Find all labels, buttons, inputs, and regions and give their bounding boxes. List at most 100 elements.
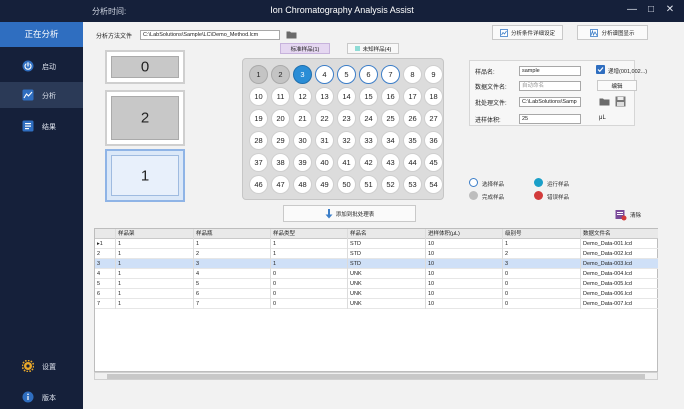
- table-cell[interactable]: 0: [271, 279, 348, 289]
- sample-position[interactable]: 34: [381, 131, 400, 150]
- table-cell[interactable]: Demo_Data-002.lcd: [581, 249, 658, 259]
- table-row[interactable]: 6 1 6 0 UNK 10 0 Demo_Data-006.lcd: [95, 289, 658, 299]
- table-cell[interactable]: STD: [348, 239, 426, 249]
- sample-name-input[interactable]: sample: [519, 66, 581, 76]
- sample-position[interactable]: 51: [359, 175, 378, 194]
- table-cell[interactable]: Demo_Data-003.lcd: [581, 259, 658, 269]
- table-cell[interactable]: 6: [194, 289, 271, 299]
- sample-position[interactable]: 9: [424, 65, 443, 84]
- column-header[interactable]: 样品瓶: [194, 229, 271, 239]
- table-cell[interactable]: 10: [426, 259, 503, 269]
- sample-position-standard[interactable]: 1: [249, 65, 268, 84]
- sample-position[interactable]: 41: [337, 153, 356, 172]
- sample-position[interactable]: 26: [403, 109, 422, 128]
- table-cell[interactable]: 0: [271, 269, 348, 279]
- table-cell[interactable]: UNK: [348, 299, 426, 309]
- table-cell[interactable]: 10: [426, 299, 503, 309]
- table-cell[interactable]: Demo_Data-006.lcd: [581, 289, 658, 299]
- sample-position[interactable]: 23: [337, 109, 356, 128]
- sample-settings-button[interactable]: 分析条件详细设定: [492, 25, 563, 40]
- table-cell[interactable]: 1: [116, 299, 194, 309]
- table-cell[interactable]: 10: [426, 289, 503, 299]
- batch-file-input[interactable]: C:\LabSolutions\Samp: [519, 97, 581, 107]
- sample-position[interactable]: 32: [337, 131, 356, 150]
- sample-position[interactable]: 45: [424, 153, 443, 172]
- sidebar-item-version[interactable]: 版本: [0, 384, 83, 409]
- sample-position[interactable]: 54: [424, 175, 443, 194]
- sidebar-item-start[interactable]: 启动: [0, 53, 83, 79]
- table-cell[interactable]: 10: [426, 249, 503, 259]
- sample-position[interactable]: 18: [424, 87, 443, 106]
- sample-position[interactable]: 19: [249, 109, 268, 128]
- column-header[interactable]: 级别号: [503, 229, 581, 239]
- sample-position[interactable]: 42: [359, 153, 378, 172]
- sample-position[interactable]: 36: [424, 131, 443, 150]
- table-cell[interactable]: 1: [271, 249, 348, 259]
- folder-icon[interactable]: [286, 30, 297, 39]
- sidebar-item-results[interactable]: 结果: [0, 113, 83, 139]
- edit-button[interactable]: 编辑: [597, 80, 637, 91]
- table-cell[interactable]: 0: [503, 279, 581, 289]
- table-cell[interactable]: 0: [503, 299, 581, 309]
- table-cell[interactable]: 0: [503, 289, 581, 299]
- table-row[interactable]: 5 1 5 0 UNK 10 0 Demo_Data-005.lcd: [95, 279, 658, 289]
- table-row[interactable]: 7 1 7 0 UNK 10 0 Demo_Data-007.lcd: [95, 299, 658, 309]
- sidebar-item-settings[interactable]: 设置: [0, 353, 83, 379]
- spectrum-button[interactable]: 分析谱图显示: [577, 25, 648, 40]
- sample-position[interactable]: 14: [337, 87, 356, 106]
- sample-position[interactable]: 17: [403, 87, 422, 106]
- table-cell[interactable]: 3: [503, 259, 581, 269]
- table-cell[interactable]: 10: [426, 279, 503, 289]
- table-cell[interactable]: 1: [116, 279, 194, 289]
- table-row[interactable]: 4 1 4 0 UNK 10 0 Demo_Data-004.lcd: [95, 269, 658, 279]
- table-cell[interactable]: 1: [271, 239, 348, 249]
- table-cell[interactable]: 1: [503, 239, 581, 249]
- sample-position-selected[interactable]: 6: [359, 65, 378, 84]
- sample-position[interactable]: 43: [381, 153, 400, 172]
- method-file-field[interactable]: C:\LabSolutions\Sample\LC\Demo_Method.lc…: [140, 30, 280, 40]
- table-cell[interactable]: 10: [426, 239, 503, 249]
- column-header[interactable]: 样品架: [116, 229, 194, 239]
- table-cell[interactable]: 5: [194, 279, 271, 289]
- table-cell[interactable]: UNK: [348, 269, 426, 279]
- sample-position[interactable]: 49: [315, 175, 334, 194]
- maximize-button[interactable]: □: [643, 3, 659, 17]
- clear-button[interactable]: 清除: [615, 208, 649, 222]
- tab-unknown-samples[interactable]: 未知样品(4): [347, 43, 399, 54]
- table-cell[interactable]: Demo_Data-005.lcd: [581, 279, 658, 289]
- rack-thumbnail[interactable]: 0: [105, 50, 185, 84]
- sample-position[interactable]: 16: [381, 87, 400, 106]
- table-cell[interactable]: 0: [271, 289, 348, 299]
- sample-position[interactable]: 31: [315, 131, 334, 150]
- sample-position-selected[interactable]: 5: [337, 65, 356, 84]
- table-row[interactable]: 3 1 3 1 STD 10 3 Demo_Data-003.lcd: [95, 259, 658, 269]
- table-cell[interactable]: UNK: [348, 279, 426, 289]
- column-header[interactable]: 样品名: [348, 229, 426, 239]
- sample-position[interactable]: 10: [249, 87, 268, 106]
- sample-position[interactable]: 50: [337, 175, 356, 194]
- sample-position[interactable]: 33: [359, 131, 378, 150]
- sample-position[interactable]: 40: [315, 153, 334, 172]
- table-cell[interactable]: STD: [348, 259, 426, 269]
- sample-position[interactable]: 20: [271, 109, 290, 128]
- table-cell[interactable]: 0: [503, 269, 581, 279]
- sample-position[interactable]: 52: [381, 175, 400, 194]
- sample-position[interactable]: 15: [359, 87, 378, 106]
- scrollbar-thumb[interactable]: [107, 374, 645, 379]
- table-cell[interactable]: 0: [271, 299, 348, 309]
- sample-position-running[interactable]: 3: [293, 65, 312, 84]
- sample-position[interactable]: 38: [271, 153, 290, 172]
- minimize-button[interactable]: —: [624, 3, 640, 17]
- table-cell[interactable]: 1: [116, 239, 194, 249]
- sample-position[interactable]: 48: [293, 175, 312, 194]
- table-cell[interactable]: UNK: [348, 289, 426, 299]
- sample-position[interactable]: 21: [293, 109, 312, 128]
- tab-standard-samples[interactable]: 标准样品(1): [280, 43, 330, 54]
- close-button[interactable]: ✕: [662, 3, 678, 17]
- table-cell[interactable]: 4: [194, 269, 271, 279]
- table-cell[interactable]: Demo_Data-004.lcd: [581, 269, 658, 279]
- sample-position[interactable]: 13: [315, 87, 334, 106]
- table-cell[interactable]: 1: [116, 289, 194, 299]
- sample-position[interactable]: 11: [271, 87, 290, 106]
- sample-position[interactable]: 46: [249, 175, 268, 194]
